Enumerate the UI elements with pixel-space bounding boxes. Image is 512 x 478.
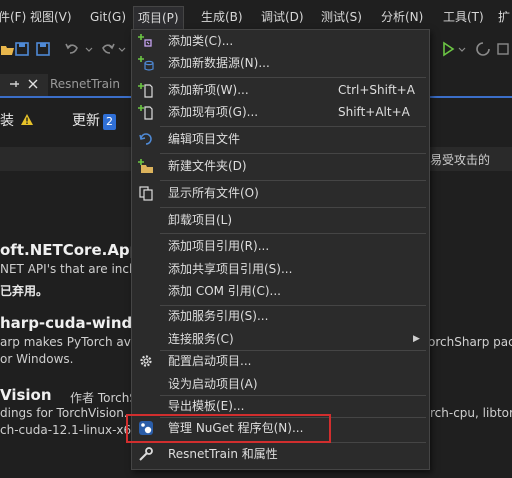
menu-file[interactable]: 件(F) (0, 7, 26, 27)
menu-item-shortcut: Shift+Alt+A (338, 105, 410, 119)
close-tab-icon[interactable] (27, 78, 39, 90)
menu-item-add-com-reference[interactable]: 添加 COM 引用(C)... (132, 280, 429, 302)
menu-item-label: 设为启动项目(A) (168, 377, 258, 391)
package-title[interactable]: Vision (0, 386, 52, 404)
package-description: dings for TorchVision. (0, 406, 128, 420)
menu-test[interactable]: 测试(S) (321, 7, 362, 27)
menu-analyze[interactable]: 分析(N) (381, 7, 423, 27)
menu-item-show-all-files[interactable]: 显示所有文件(O) (132, 182, 429, 204)
submenu-arrow-icon: ▶ (413, 334, 420, 344)
menu-separator (160, 233, 426, 234)
updates-count-badge: 2 (103, 114, 116, 130)
menu-item-label: 显示所有文件(O) (168, 186, 259, 200)
tab-deprecated[interactable]: 装 (0, 110, 34, 130)
menu-item-label: 配置启动项目... (168, 354, 252, 368)
menu-item-label: 连接服务(C) (168, 332, 234, 346)
run-dropdown-icon[interactable] (458, 41, 466, 57)
menu-separator (160, 153, 426, 154)
active-document-tab[interactable] (0, 74, 48, 96)
vulnerable-filter-label: 易受攻击的 (430, 153, 491, 167)
menu-item-edit-project-file[interactable]: 编辑项目文件 (132, 128, 429, 150)
menu-item-add-datasource[interactable]: 添加新数据源(N)... (132, 52, 429, 74)
menu-item-label: 添加共享项目引用(S)... (168, 262, 293, 276)
new-item-icon (138, 83, 153, 98)
add-class-icon (138, 34, 152, 47)
menu-tools[interactable]: 工具(T) (443, 7, 484, 27)
menu-separator (160, 180, 426, 181)
menu-item-add-service-reference[interactable]: 添加服务引用(S)... (132, 305, 429, 327)
menu-separator (160, 77, 426, 78)
menu-item-add-shared-project-reference[interactable]: 添加共享项目引用(S)... (132, 258, 429, 280)
tab-updates[interactable]: 更新 2 (72, 110, 116, 130)
menu-separator (160, 207, 426, 208)
menu-item-add-new-item[interactable]: 添加新项(W)... Ctrl+Shift+A (132, 79, 429, 101)
run-icon[interactable] (440, 41, 456, 57)
add-datasource-icon (138, 56, 154, 71)
redo-dropdown-icon[interactable] (118, 41, 126, 57)
menu-item-label: 添加新数据源(N)... (168, 56, 270, 70)
tab-deprecated-label: 装 (0, 113, 14, 129)
package-title[interactable]: oft.NETCore.App (0, 241, 140, 259)
undo-icon[interactable] (64, 41, 80, 57)
tab-resnettrain[interactable]: ResnetTrain (50, 77, 120, 91)
menu-extensions[interactable]: 扩 (498, 7, 510, 27)
menu-item-label: 编辑项目文件 (168, 132, 241, 146)
menu-item-connected-services[interactable]: 连接服务(C) ▶ (132, 328, 429, 350)
project-menu-dropdown: 添加类(C)... 添加新数据源(N)... 添加新项(W)... Ctrl+S… (131, 29, 430, 470)
menu-item-label: ResnetTrain 和属性 (168, 447, 278, 461)
package-description: ch-cuda-12.1-linux-x64 (0, 423, 139, 437)
menu-item-add-existing-item[interactable]: 添加现有项(G)... Shift+Alt+A (132, 101, 429, 123)
menu-item-label: 卸载项目(L) (168, 213, 233, 227)
highlight-box (126, 414, 331, 443)
menu-item-properties[interactable]: ResnetTrain 和属性 (132, 443, 429, 465)
menu-item-shortcut: Ctrl+Shift+A (338, 83, 415, 97)
performance-icon[interactable] (495, 41, 511, 57)
menu-item-label: 添加新项(W)... (168, 83, 249, 97)
undo-dropdown-icon[interactable] (85, 41, 93, 57)
menu-item-label: 添加项目引用(R)... (168, 239, 270, 253)
menu-separator (160, 126, 426, 127)
save-icon[interactable] (14, 41, 30, 57)
edit-project-icon (139, 133, 152, 145)
package-description: NET API's that are inclu (0, 262, 140, 276)
menu-item-add-project-reference[interactable]: 添加项目引用(R)... (132, 235, 429, 257)
menu-item-label: 新建文件夹(D) (168, 159, 247, 173)
menu-item-label: 添加类(C)... (168, 34, 234, 48)
menu-item-configure-startup[interactable]: 配置启动项目... (132, 350, 429, 372)
menu-item-label: 添加现有项(G)... (168, 105, 259, 119)
menu-git[interactable]: Git(G) (90, 7, 126, 27)
package-description: or Windows. (0, 352, 74, 366)
package-description-right: rch-cpu, libtorc (430, 406, 512, 420)
gear-icon (140, 355, 152, 367)
menu-item-label: 添加 COM 引用(C)... (168, 284, 281, 298)
package-deprecated-note: 已弃用。 (0, 284, 49, 298)
tab-updates-label: 更新 (72, 113, 100, 129)
menu-item-add-class[interactable]: 添加类(C)... (132, 30, 429, 52)
package-description-right: orchSharp pac (428, 335, 512, 349)
menu-debug[interactable]: 调试(D) (261, 7, 304, 27)
new-folder-icon (138, 159, 153, 173)
menu-item-new-folder[interactable]: 新建文件夹(D) (132, 155, 429, 177)
menu-item-set-startup[interactable]: 设为启动项目(A) (132, 373, 429, 395)
menu-view[interactable]: 视图(V) (30, 7, 72, 27)
pin-icon[interactable] (8, 78, 20, 90)
menu-item-label: 添加服务引用(S)... (168, 309, 269, 323)
redo-icon[interactable] (100, 41, 116, 57)
existing-item-icon (138, 105, 153, 120)
menu-build[interactable]: 生成(B) (201, 7, 243, 27)
package-title[interactable]: harp-cuda-windo (0, 314, 143, 332)
package-description: arp makes PyTorch avai (0, 335, 142, 349)
save-all-icon[interactable] (35, 41, 51, 57)
show-all-files-icon (139, 186, 153, 201)
wrench-icon (139, 447, 153, 461)
hot-reload-icon[interactable] (475, 41, 491, 57)
warning-icon (21, 114, 34, 125)
menu-item-unload-project[interactable]: 卸载项目(L) (132, 209, 429, 231)
